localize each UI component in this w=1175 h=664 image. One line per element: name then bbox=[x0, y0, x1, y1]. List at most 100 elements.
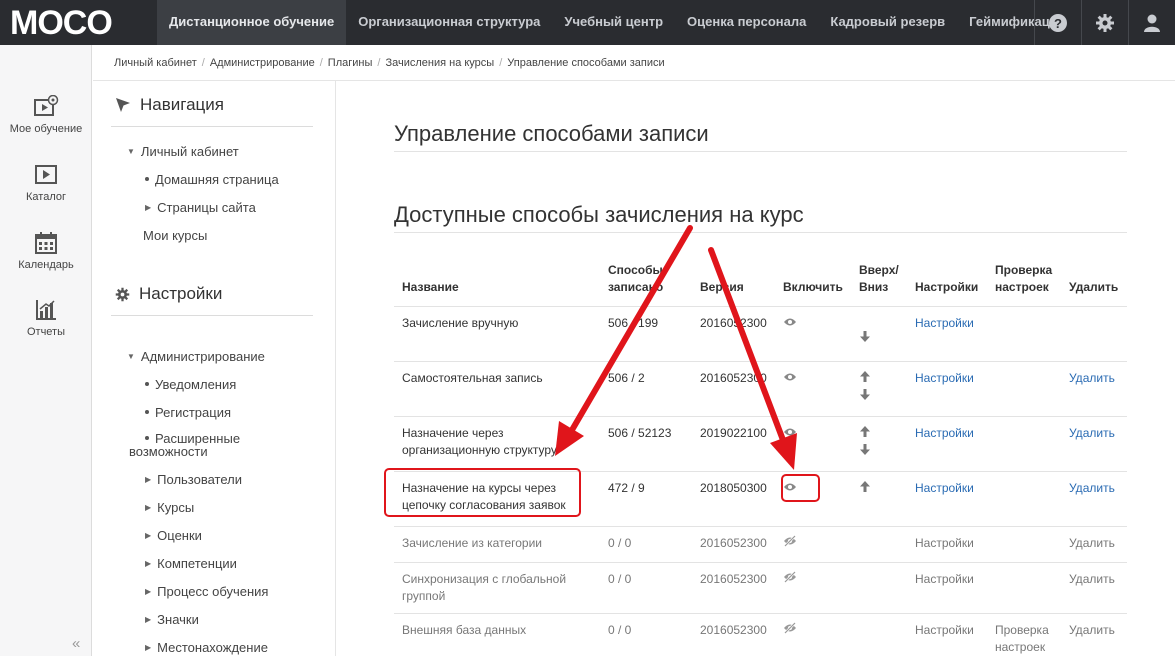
delete-link[interactable]: Удалить bbox=[1069, 371, 1115, 385]
arrow-up-icon[interactable] bbox=[859, 425, 871, 438]
eye-icon[interactable] bbox=[783, 370, 797, 387]
plugin-name: Самостоятельная запись bbox=[394, 361, 600, 417]
settings-link[interactable]: Настройки bbox=[915, 572, 974, 586]
col-header-delete: Удалить bbox=[1069, 280, 1119, 294]
eye-slash-icon[interactable] bbox=[783, 622, 797, 639]
breadcrumb-plugins[interactable]: Плагины bbox=[328, 57, 373, 69]
settings-link[interactable]: Настройки bbox=[915, 536, 974, 550]
settings-item-users[interactable]: ▶ Пользователи bbox=[145, 472, 242, 487]
topnav-org-structure[interactable]: Организационная структура bbox=[346, 0, 552, 45]
arrow-down-icon[interactable] bbox=[859, 388, 871, 401]
settings-cell: Настройки bbox=[907, 361, 987, 417]
rail-reports[interactable]: Отчеты bbox=[0, 298, 92, 338]
nav-item-dashboard[interactable]: ▼ Личный кабинет bbox=[127, 144, 239, 159]
col-header-order: Вверх/Вниз bbox=[859, 263, 899, 294]
settings-item-competencies[interactable]: ▶ Компетенции bbox=[145, 556, 237, 571]
delete-link[interactable]: Удалить bbox=[1069, 572, 1115, 586]
table-row: Зачисление из категории 0 / 0 2016052300… bbox=[394, 526, 1127, 563]
delete-link[interactable]: Удалить bbox=[1069, 536, 1115, 550]
delete-cell: Удалить bbox=[1061, 361, 1127, 417]
order-cell bbox=[851, 613, 907, 664]
rail-my-learning[interactable]: Мое обучение bbox=[0, 95, 92, 135]
topnav-distance-learning[interactable]: Дистанционное обучение bbox=[157, 0, 347, 45]
user-icon[interactable] bbox=[1128, 0, 1175, 45]
eye-slash-icon[interactable] bbox=[783, 571, 797, 588]
eye-icon[interactable] bbox=[783, 425, 797, 442]
plugin-version: 2016052300 bbox=[692, 306, 775, 362]
divider bbox=[394, 232, 1127, 233]
topnav-assessment[interactable]: Оценка персонала bbox=[675, 0, 818, 45]
settings-item-advanced-cont[interactable]: возможности bbox=[129, 444, 208, 459]
svg-text:MOCO: MOCO bbox=[10, 5, 112, 39]
rail-calendar[interactable]: Календарь bbox=[0, 231, 92, 271]
highlight-box-plugin-name bbox=[384, 468, 581, 517]
nav-item-home[interactable]: Домашняя страница bbox=[145, 172, 279, 187]
plugin-count: 0 / 0 bbox=[600, 526, 692, 563]
arrow-down-icon[interactable] bbox=[859, 443, 871, 456]
settings-link[interactable]: Настройки bbox=[915, 623, 974, 637]
navigation-block-title[interactable]: Навигация bbox=[115, 95, 224, 115]
settings-item-location[interactable]: ▶ Местонахождение bbox=[145, 640, 268, 655]
delete-link[interactable]: Удалить bbox=[1069, 623, 1115, 637]
bullet-icon bbox=[145, 436, 149, 440]
check-cell bbox=[987, 361, 1061, 417]
rail-label: Мое обучение bbox=[9, 123, 83, 135]
delete-cell: Удалить bbox=[1061, 613, 1127, 664]
collapsed-triangle-icon: ▶ bbox=[145, 475, 152, 484]
settings-block-title[interactable]: Настройки bbox=[115, 284, 222, 304]
delete-link[interactable]: Удалить bbox=[1069, 426, 1115, 440]
table-row: Синхронизация с глобальной группой 0 / 0 … bbox=[394, 562, 1127, 614]
rail-catalog[interactable]: Каталог bbox=[0, 163, 92, 203]
topnav-training-center[interactable]: Учебный центр bbox=[552, 0, 675, 45]
col-header-name[interactable]: Название bbox=[394, 258, 600, 307]
breadcrumb-administration[interactable]: Администрирование bbox=[210, 57, 315, 69]
plugin-name: Зачисление из категории bbox=[394, 526, 600, 563]
settings-link[interactable]: Настройки bbox=[915, 371, 974, 385]
nav-item-site-pages[interactable]: ▶ Страницы сайта bbox=[145, 200, 256, 215]
collapse-rail-button[interactable]: « bbox=[72, 635, 80, 652]
settings-item-notifications[interactable]: Уведомления bbox=[145, 377, 236, 392]
eye-icon[interactable] bbox=[783, 315, 797, 332]
left-rail: Мое обучение Каталог Календарь Отчеты « bbox=[0, 45, 92, 656]
settings-item-administration[interactable]: ▼ Администрирование bbox=[127, 349, 265, 364]
rail-label: Каталог bbox=[26, 191, 66, 203]
delete-cell bbox=[1061, 306, 1127, 362]
delete-link[interactable]: Удалить bbox=[1069, 481, 1115, 495]
main-content: Управление способами записи Доступные сп… bbox=[337, 81, 1175, 664]
help-icon[interactable]: ? bbox=[1034, 0, 1081, 45]
settings-cell: Настройки bbox=[907, 562, 987, 614]
order-cell bbox=[851, 306, 907, 362]
moco-logo[interactable]: MOCO bbox=[10, 5, 140, 39]
arrow-down-icon[interactable] bbox=[859, 330, 871, 343]
nav-item-my-courses[interactable]: Мои курсы bbox=[143, 228, 207, 243]
plugin-version: 2019022100 bbox=[692, 416, 775, 472]
col-header-settings: Настройки bbox=[915, 280, 979, 294]
breadcrumb-dashboard[interactable]: Личный кабинет bbox=[114, 57, 197, 69]
arrow-up-icon[interactable] bbox=[859, 370, 871, 383]
arrow-up-icon[interactable] bbox=[859, 480, 871, 493]
enable-cell bbox=[775, 526, 851, 563]
calendar-icon bbox=[35, 232, 57, 254]
settings-item-learning-process[interactable]: ▶ Процесс обучения bbox=[145, 584, 268, 599]
settings-link[interactable]: Настройки bbox=[915, 316, 974, 330]
order-cell bbox=[851, 562, 907, 614]
settings-item-badges[interactable]: ▶ Значки bbox=[145, 612, 199, 627]
check-cell bbox=[987, 306, 1061, 362]
topnav-talent-pool[interactable]: Кадровый резерв bbox=[818, 0, 957, 45]
settings-item-courses[interactable]: ▶ Курсы bbox=[145, 500, 194, 515]
breadcrumb-bar: Личный кабинет / Администрирование / Плагины… bbox=[93, 45, 1175, 81]
blocks-column: Навигация ▼ Личный кабинет Домашняя стран… bbox=[93, 81, 336, 656]
col-header-check: Проверка настроек bbox=[995, 263, 1053, 294]
bullet-icon bbox=[145, 382, 149, 386]
settings-link[interactable]: Настройки bbox=[915, 481, 974, 495]
order-cell bbox=[851, 416, 907, 472]
settings-item-grades[interactable]: ▶ Оценки bbox=[145, 528, 202, 543]
breadcrumb-enrolments[interactable]: Зачисления на курсы bbox=[385, 57, 494, 69]
settings-item-registration[interactable]: Регистрация bbox=[145, 405, 231, 420]
eye-slash-icon[interactable] bbox=[783, 535, 797, 552]
reports-icon bbox=[36, 300, 56, 320]
enrol-plugins-table: Название Способы записано Версия Включить… bbox=[394, 258, 1127, 664]
settings-link[interactable]: Настройки bbox=[915, 426, 974, 440]
gear-icon[interactable] bbox=[1081, 0, 1128, 45]
delete-cell: Удалить bbox=[1061, 562, 1127, 614]
